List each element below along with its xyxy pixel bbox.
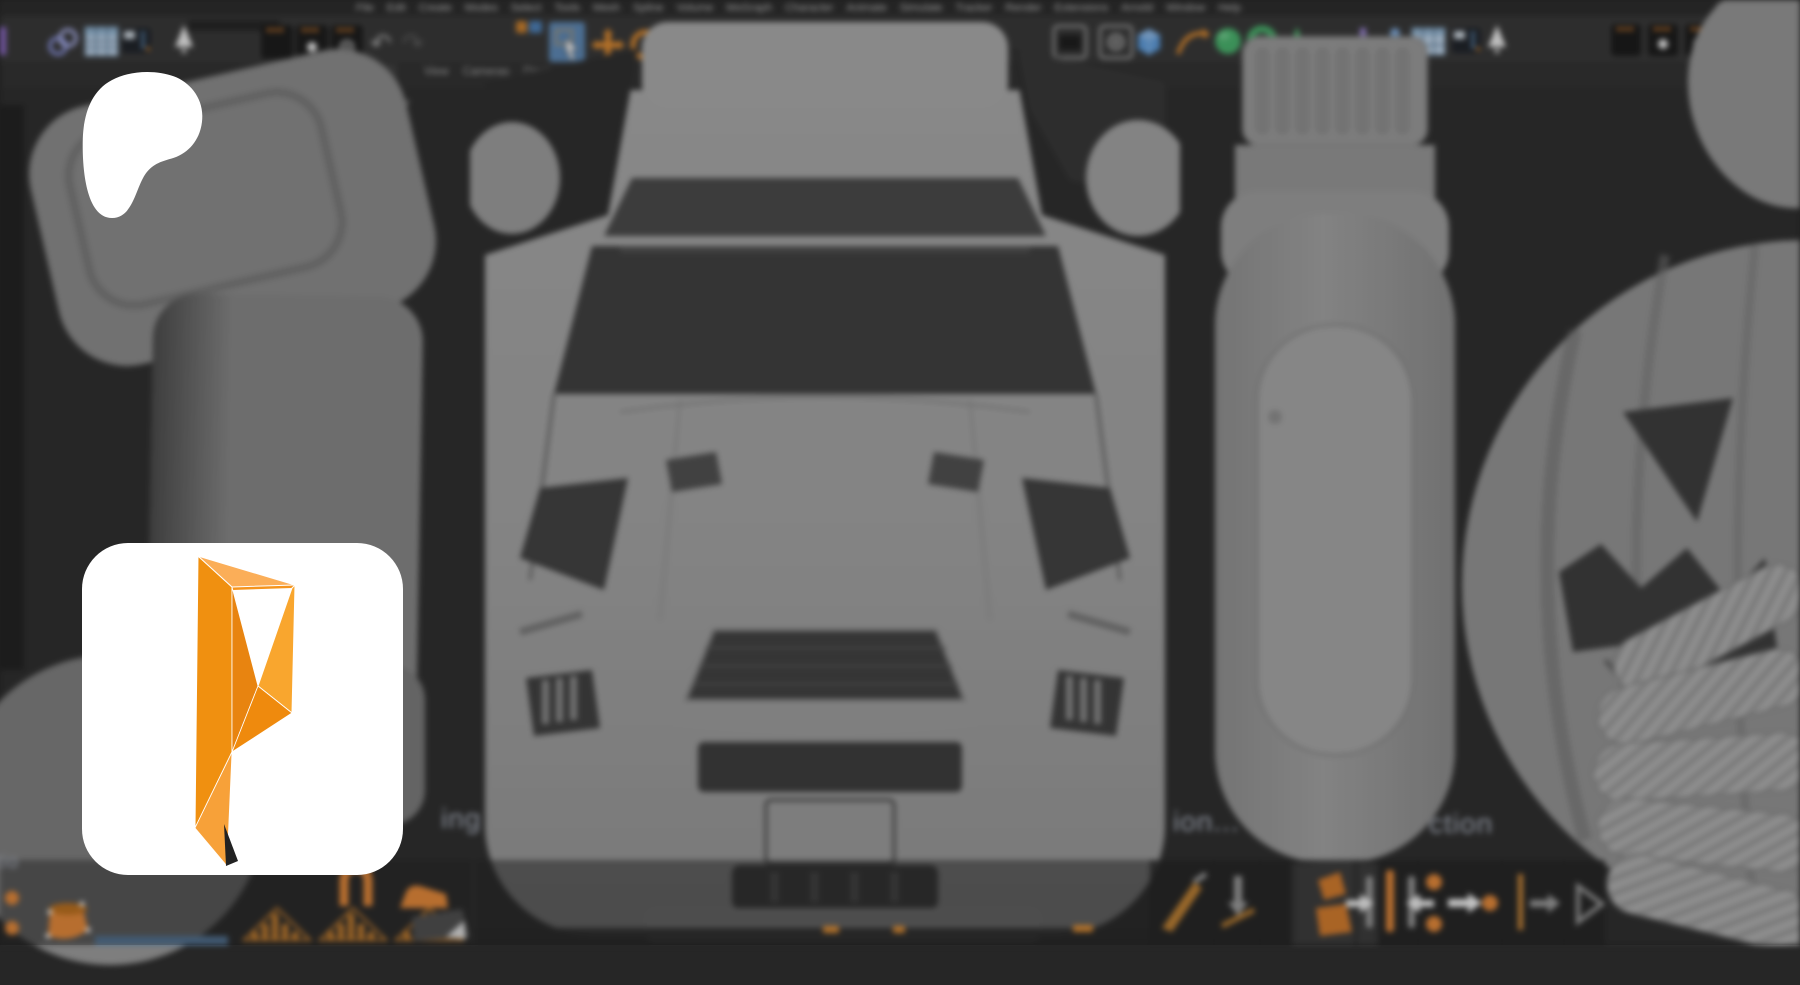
timeline-fragment — [95, 936, 228, 945]
link-icon[interactable] — [50, 30, 76, 54]
spreadsheet-grid-icon[interactable] — [85, 27, 118, 56]
bottom-toolbar-center — [475, 860, 1155, 945]
render-view-button[interactable] — [262, 26, 292, 58]
redo-icon[interactable]: ↷ — [402, 28, 424, 58]
car-model — [470, 20, 1180, 945]
pen-tool-icon[interactable] — [0, 27, 6, 55]
caption-fragment-left: ing — [441, 803, 481, 835]
caption-fragment-center: ion... — [1173, 806, 1240, 838]
undo-icon[interactable]: ↶ — [370, 28, 392, 58]
pumpkin-model — [1455, 0, 1800, 945]
tool-fragment — [405, 905, 480, 945]
coordinates-panel-icon[interactable] — [122, 28, 151, 53]
creator-logo — [195, 556, 299, 868]
caption-fragment-right: ction — [1429, 808, 1493, 840]
left-panel-edge — [0, 105, 24, 670]
patreon-logomark[interactable] — [77, 72, 208, 218]
creator-avatar-card[interactable] — [82, 543, 403, 875]
bottom-toolbar-right — [1150, 860, 1605, 945]
caption-fragment-far-left: tio — [0, 852, 19, 874]
